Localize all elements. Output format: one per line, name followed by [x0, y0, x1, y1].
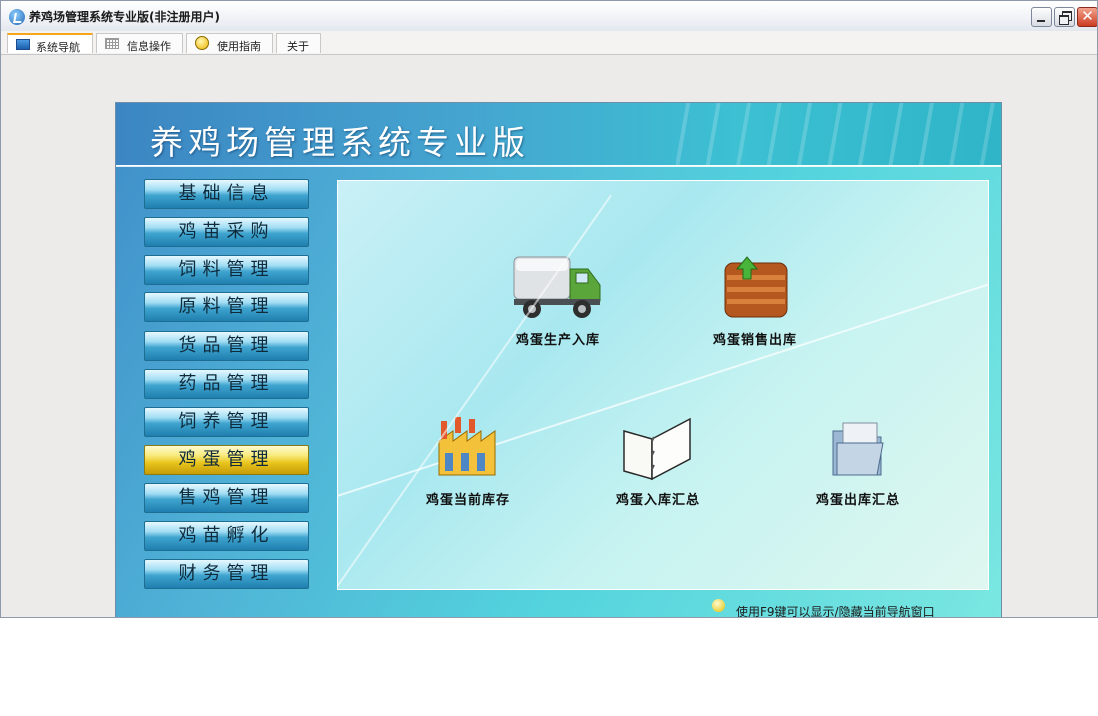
nav-button-chicken-sales[interactable]: 售鸡管理: [144, 483, 309, 513]
hint-text: 使用F9键可以显示/隐藏当前导航窗口: [736, 605, 935, 618]
tile-egg-inbound-summary[interactable]: 鸡蛋入库汇总: [578, 413, 738, 508]
tile-label: 鸡蛋出库汇总: [815, 493, 900, 508]
nav-button-medicine-management[interactable]: 药品管理: [144, 369, 309, 399]
nav-button-chick-purchase[interactable]: 鸡苗采购: [144, 217, 309, 247]
banner-decoration: [676, 103, 1001, 165]
tab-about[interactable]: 关于: [276, 33, 321, 53]
tile-label: 鸡蛋销售出库: [712, 333, 797, 348]
tab-label: 使用指南: [217, 40, 261, 53]
nav-button-egg-management[interactable]: 鸡蛋管理: [144, 445, 309, 475]
tab-label: 信息操作: [127, 40, 171, 53]
tab-user-guide[interactable]: 使用指南: [186, 33, 273, 53]
tile-egg-sales-outbound[interactable]: 鸡蛋销售出库: [675, 253, 835, 348]
folder-icon: [832, 422, 884, 476]
tab-strip: 系统导航 信息操作 使用指南 关于: [1, 31, 1097, 55]
banner: 养鸡场管理系统专业版: [116, 103, 1001, 166]
nav-button-basic-info[interactable]: 基础信息: [144, 179, 309, 209]
tab-label: 系统导航: [36, 41, 80, 54]
nav-button-raw-material-management[interactable]: 原料管理: [144, 292, 309, 322]
nav-button-feed-management[interactable]: 饲料管理: [144, 255, 309, 285]
title-bar[interactable]: 养鸡场管理系统专业版(非注册用户) ✕: [1, 1, 1097, 32]
nav-button-breeding-management[interactable]: 饲养管理: [144, 407, 309, 437]
banner-title: 养鸡场管理系统专业版: [150, 123, 530, 162]
binder-icon: [623, 417, 691, 481]
tile-label: 鸡蛋生产入库: [515, 333, 600, 348]
tile-label: 鸡蛋入库汇总: [615, 493, 700, 508]
nav-button-goods-management[interactable]: 货品管理: [144, 331, 309, 361]
minimize-button[interactable]: [1031, 7, 1052, 27]
truck-icon: [513, 256, 601, 318]
app-logo-icon: [9, 9, 25, 25]
tab-system-navigation[interactable]: 系统导航: [7, 33, 93, 54]
hint-bulb-icon: [712, 599, 725, 612]
navigation-panel: 养鸡场管理系统专业版 基础信息 鸡苗采购 饲料管理 原料管理 货品管理 药品管理…: [115, 102, 1002, 618]
egg-management-area: 鸡蛋生产入库 鸡蛋销售出库 鸡蛋当前库存 鸡蛋入库汇总 鸡蛋出库汇总: [337, 180, 989, 590]
monitor-icon: [16, 39, 30, 50]
tab-label: 关于: [287, 40, 309, 53]
tile-label: 鸡蛋当前库存: [425, 493, 510, 508]
tile-egg-production-inbound[interactable]: 鸡蛋生产入库: [478, 253, 638, 348]
nav-button-chick-hatching[interactable]: 鸡苗孵化: [144, 521, 309, 551]
factory-icon: [438, 417, 496, 476]
restore-button[interactable]: [1054, 7, 1075, 27]
tab-information-operations[interactable]: 信息操作: [96, 33, 183, 53]
tile-egg-current-stock[interactable]: 鸡蛋当前库存: [388, 413, 548, 508]
grid-icon: [105, 38, 119, 49]
divider: [116, 165, 1001, 167]
nav-button-finance-management[interactable]: 财务管理: [144, 559, 309, 589]
tile-egg-outbound-summary[interactable]: 鸡蛋出库汇总: [778, 413, 938, 508]
help-icon: [195, 36, 209, 50]
close-button[interactable]: ✕: [1077, 7, 1097, 27]
window-title: 养鸡场管理系统专业版(非注册用户): [29, 10, 220, 24]
app-window: 养鸡场管理系统专业版(非注册用户) ✕ 系统导航 信息操作 使用指南 关于 养鸡…: [0, 0, 1098, 618]
crate-export-icon: [724, 256, 788, 318]
